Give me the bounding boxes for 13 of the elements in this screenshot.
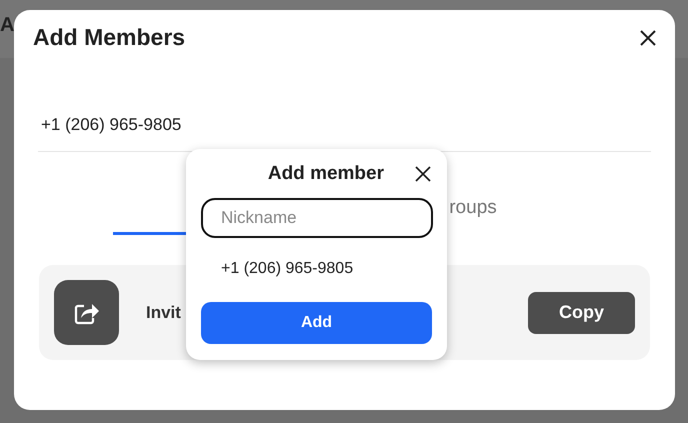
dialog-title: Add Members xyxy=(33,24,186,51)
close-button[interactable] xyxy=(639,28,657,46)
invite-label: Invit xyxy=(146,302,181,322)
phone-number: +1 (206) 965-9805 xyxy=(221,260,354,278)
close-icon xyxy=(415,166,431,182)
nickname-field[interactable]: Nickname xyxy=(201,198,433,238)
close-button[interactable] xyxy=(415,166,431,182)
popup-title: Add member xyxy=(268,163,384,185)
phone-number: +1 (206) 965-9805 xyxy=(41,115,182,135)
add-button[interactable]: Add xyxy=(201,302,432,344)
copy-button[interactable]: Copy xyxy=(528,292,635,334)
close-icon xyxy=(639,28,657,46)
background-title: A xyxy=(0,14,14,37)
